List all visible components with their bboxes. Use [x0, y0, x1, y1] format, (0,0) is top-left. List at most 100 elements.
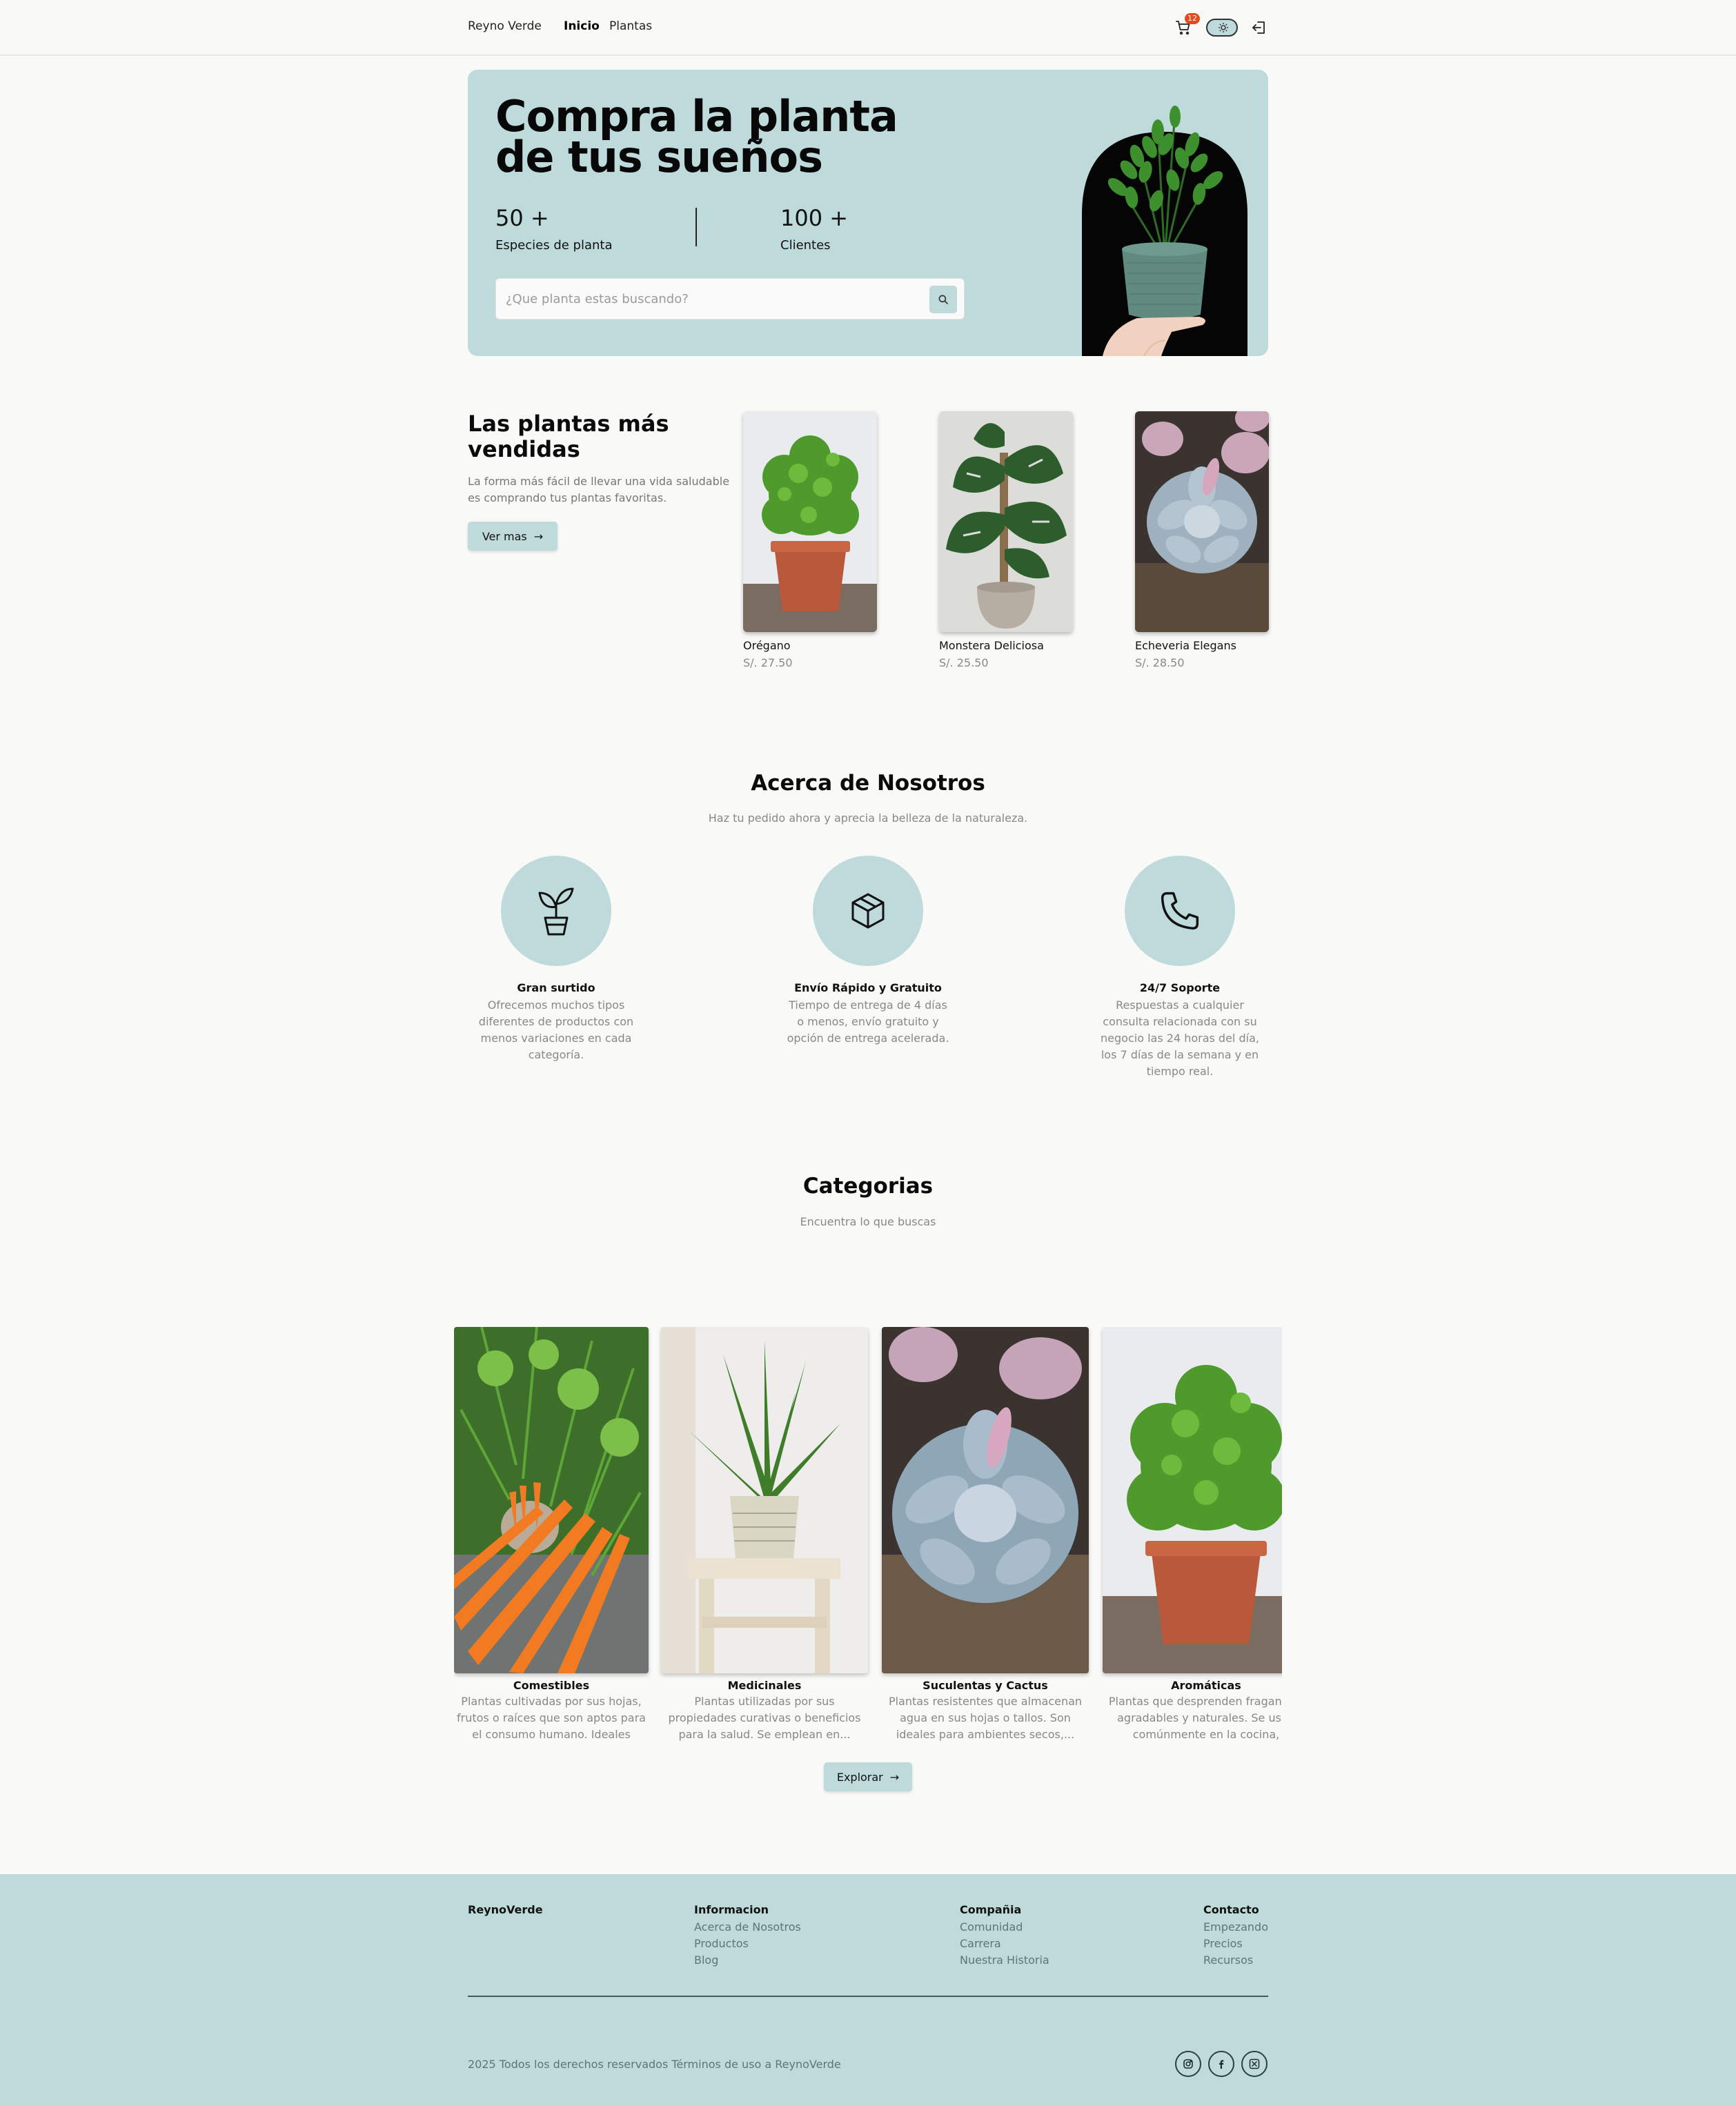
category-description: Plantas resistentes que almacenan agua e…	[888, 1695, 1083, 1741]
instagram-button[interactable]	[1175, 2051, 1201, 2077]
feature-icon-circle	[1125, 856, 1235, 966]
category-image[interactable]	[661, 1327, 868, 1673]
arrow-right-icon: →	[533, 529, 544, 543]
search-input[interactable]	[506, 288, 906, 309]
nav-link-inicio[interactable]: Inicio	[564, 19, 600, 33]
footer-column-info: Informacion Acerca de Nosotros Productos…	[694, 1903, 801, 1969]
category-card[interactable]: Aromáticas Plantas que desprenden fragan…	[1103, 1327, 1282, 1743]
category-image[interactable]	[454, 1327, 649, 1673]
footer-link-resources[interactable]: Recursos	[1203, 1952, 1268, 1969]
footer-link-pricing[interactable]: Precios	[1203, 1936, 1268, 1952]
footer: ReynoVerde Informacion Acerca de Nosotro…	[0, 1874, 1736, 2106]
search-button[interactable]	[929, 286, 957, 313]
see-more-label: Ver mas	[482, 529, 527, 543]
feature-card: Gran surtido Ofrecemos muchos tipos dife…	[466, 856, 646, 1063]
category-card[interactable]: Medicinales Plantas utilizadas por sus p…	[661, 1327, 868, 1743]
feature-description: Tiempo de entrega de 4 días o menos, env…	[787, 998, 949, 1045]
stat-divider	[696, 208, 697, 246]
best-sellers-description: La forma más fácil de llevar una vida sa…	[468, 475, 730, 504]
category-image[interactable]	[882, 1327, 1089, 1673]
search-bar	[495, 278, 965, 319]
brand-logo[interactable]: Reyno Verde	[468, 19, 542, 33]
feature-description: Respuestas a cualquier consulta relacion…	[1101, 998, 1259, 1078]
category-description: Plantas cultivadas por sus hojas, frutos…	[457, 1695, 646, 1741]
feature-description: Ofrecemos muchos tipos diferentes de pro…	[478, 998, 634, 1061]
product-image[interactable]	[1135, 411, 1269, 632]
footer-link-about[interactable]: Acerca de Nosotros	[694, 1919, 801, 1936]
stat-value: 100 +	[780, 205, 849, 231]
feature-title: Envío Rápido y Gratuito	[794, 981, 942, 994]
top-nav: Reyno Verde Inicio Plantas 12	[0, 0, 1736, 56]
instagram-icon	[1183, 2059, 1193, 2069]
footer-column-contact: Contacto Empezando Precios Recursos	[1203, 1903, 1268, 1969]
see-more-button[interactable]: Ver mas →	[468, 522, 558, 551]
best-sellers-title: Las plantas más vendidas	[468, 411, 669, 462]
cart-count-badge: 12	[1185, 13, 1200, 24]
category-image[interactable]	[1103, 1327, 1282, 1673]
about-subtitle: Haz tu pedido ahora y aprecia la belleza…	[708, 811, 1028, 825]
category-title: Comestibles	[513, 1679, 590, 1692]
feature-title: 24/7 Soporte	[1139, 981, 1221, 994]
feature-icon-circle	[813, 856, 923, 966]
hero-banner: Compra la planta de tus sueños 50 + Espe…	[468, 70, 1268, 356]
product-price: S/. 25.50	[939, 656, 989, 669]
stat-clients: 100 + Clientes	[780, 205, 848, 253]
product-card[interactable]: Monstera Deliciosa S/. 25.50	[939, 411, 1073, 669]
logout-icon	[1252, 21, 1265, 34]
phone-icon	[1161, 892, 1199, 930]
footer-link-history[interactable]: Nuestra Historia	[960, 1952, 1049, 1969]
facebook-button[interactable]	[1208, 2051, 1234, 2077]
product-image[interactable]	[743, 411, 877, 632]
categories-subtitle: Encuentra lo que buscas	[800, 1215, 936, 1228]
x-twitter-button[interactable]	[1241, 2051, 1268, 2077]
arrow-right-icon: →	[889, 1770, 900, 1784]
package-icon	[851, 893, 885, 929]
search-icon	[938, 295, 948, 304]
footer-heading: Compañia	[960, 1903, 1022, 1916]
feature-icon-circle	[501, 856, 611, 966]
sun-icon	[1219, 23, 1228, 32]
footer-link-getting-started[interactable]: Empezando	[1203, 1919, 1268, 1936]
product-card[interactable]: Echeveria Elegans S/. 28.50	[1135, 411, 1269, 669]
category-title: Medicinales	[727, 1679, 802, 1692]
categories-carousel[interactable]: Comestibles Plantas cultivadas por sus h…	[454, 1327, 1282, 1749]
about-title: Acerca de Nosotros	[751, 771, 985, 796]
plant-pot-icon	[538, 887, 574, 936]
footer-link-blog[interactable]: Blog	[694, 1952, 801, 1969]
stat-species: 50 + Especies de planta	[495, 205, 613, 253]
feature-card: Envío Rápido y Gratuito Tiempo de entreg…	[778, 856, 958, 1047]
category-title: Aromáticas	[1171, 1679, 1241, 1692]
stat-value: 50 +	[495, 205, 549, 231]
product-name: Orégano	[743, 639, 791, 652]
product-image[interactable]	[939, 411, 1073, 632]
x-twitter-icon	[1249, 2058, 1260, 2069]
feature-title: Gran surtido	[517, 981, 595, 994]
hero-title: Compra la planta de tus sueños	[495, 91, 898, 182]
nav-link-plantas[interactable]: Plantas	[609, 19, 652, 33]
feature-card: 24/7 Soporte Respuestas a cualquier cons…	[1090, 856, 1270, 1080]
footer-brand: ReynoVerde	[468, 1903, 543, 1916]
footer-link-community[interactable]: Comunidad	[960, 1919, 1049, 1936]
product-name: Monstera Deliciosa	[939, 639, 1044, 652]
stat-label: Clientes	[780, 238, 831, 253]
footer-heading: Informacion	[694, 1903, 769, 1916]
categories-title: Categorias	[802, 1174, 934, 1199]
copyright-text: 2025 Todos los derechos reservados Térmi…	[468, 2058, 841, 2071]
product-name: Echeveria Elegans	[1135, 639, 1236, 652]
product-price: S/. 27.50	[743, 656, 793, 669]
product-card[interactable]: Orégano S/. 27.50	[743, 411, 877, 669]
footer-column-company: Compañia Comunidad Carrera Nuestra Histo…	[960, 1903, 1049, 1969]
explore-button[interactable]: Explorar →	[824, 1762, 912, 1791]
logout-button[interactable]	[1247, 15, 1272, 40]
product-price: S/. 28.50	[1135, 656, 1185, 669]
theme-toggle[interactable]	[1206, 19, 1238, 37]
category-title: Suculentas y Cactus	[923, 1679, 1048, 1692]
category-description: Plantas utilizadas por sus propiedades c…	[668, 1695, 861, 1741]
stat-label: Especies de planta	[495, 238, 613, 253]
category-card[interactable]: Comestibles Plantas cultivadas por sus h…	[454, 1327, 649, 1743]
footer-link-products[interactable]: Productos	[694, 1936, 801, 1952]
category-description: Plantas que desprenden fragancias agrada…	[1108, 1695, 1282, 1741]
hero-plant-image	[1082, 106, 1247, 356]
category-card[interactable]: Suculentas y Cactus Plantas resistentes …	[882, 1327, 1089, 1743]
footer-link-career[interactable]: Carrera	[960, 1936, 1049, 1952]
